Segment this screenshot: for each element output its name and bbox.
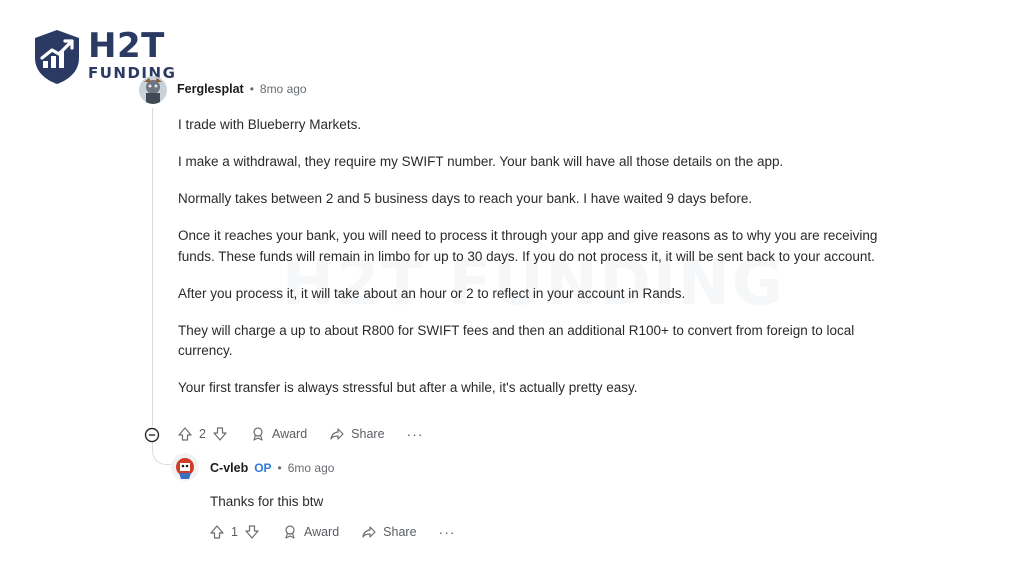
reply-username[interactable]: C-vleb — [210, 461, 248, 475]
comment-header: Ferglesplat • 8mo ago — [177, 82, 307, 96]
comment-time[interactable]: 8mo ago — [260, 82, 307, 96]
reply-vote-count: 1 — [231, 525, 238, 539]
reply-vote-control: 1 — [209, 524, 260, 540]
shield-chart-icon — [35, 30, 79, 84]
downvote-icon[interactable] — [244, 524, 260, 540]
dot-separator: • — [277, 461, 282, 475]
logo-sub-text: FUNDING — [88, 64, 177, 82]
reply-share-button[interactable]: Share — [361, 524, 417, 540]
share-label: Share — [351, 427, 385, 441]
vote-count: 2 — [199, 427, 206, 441]
comment-paragraph: I make a withdrawal, they require my SWI… — [178, 154, 784, 169]
comment-paragraph: Normally takes between 2 and 5 business … — [178, 191, 753, 206]
reply-award-button[interactable]: Award — [282, 524, 339, 540]
award-button[interactable]: Award — [250, 426, 307, 442]
dot-separator: • — [249, 82, 254, 96]
comment-action-bar: 2 Award Share ··· — [177, 426, 424, 442]
reply-header: C-vleb OP • 6mo ago — [210, 461, 334, 475]
award-icon — [285, 525, 295, 539]
reply-more-options-button[interactable]: ··· — [439, 524, 456, 540]
reply-action-bar: 1 Award Share ··· — [209, 524, 456, 540]
reply-award-label: Award — [303, 525, 340, 539]
comment-paragraph: I trade with Blueberry Markets. — [178, 117, 362, 132]
avatar[interactable] — [139, 76, 167, 104]
vote-control: 2 — [177, 426, 228, 442]
collapse-minus-icon — [144, 427, 160, 443]
downvote-icon[interactable] — [212, 426, 228, 442]
more-options-button[interactable]: ··· — [407, 426, 424, 442]
award-icon — [253, 427, 263, 441]
reply-body: Thanks for this btw — [210, 494, 324, 509]
avatar-image-icon — [139, 76, 167, 104]
share-button[interactable]: Share — [329, 426, 385, 442]
award-label: Award — [271, 427, 308, 441]
comment-paragraph: Once it reaches your bank, you will need… — [178, 228, 878, 264]
reply-time[interactable]: 6mo ago — [288, 461, 335, 475]
comment-body: I trade with Blueberry Markets. I make a… — [178, 115, 888, 415]
comment-paragraph: They will charge a up to about R800 for … — [178, 322, 855, 359]
thread-line — [152, 108, 153, 426]
comment-username[interactable]: Ferglesplat — [177, 82, 244, 96]
reply-avatar[interactable] — [171, 453, 199, 481]
share-icon — [330, 428, 344, 440]
op-badge: OP — [254, 461, 272, 475]
reply-share-label: Share — [383, 525, 417, 539]
collapse-button[interactable] — [144, 427, 160, 443]
upvote-icon[interactable] — [209, 524, 225, 540]
reply-avatar-image-icon — [171, 453, 199, 481]
share-icon — [362, 526, 376, 538]
comment-paragraph: After you process it, it will take about… — [178, 285, 686, 301]
logo-brand-text: H2T — [88, 26, 165, 66]
comment-paragraph: Your first transfer is always stressful … — [178, 380, 638, 395]
reply-thread-connector — [152, 442, 171, 465]
upvote-icon[interactable] — [177, 426, 193, 442]
